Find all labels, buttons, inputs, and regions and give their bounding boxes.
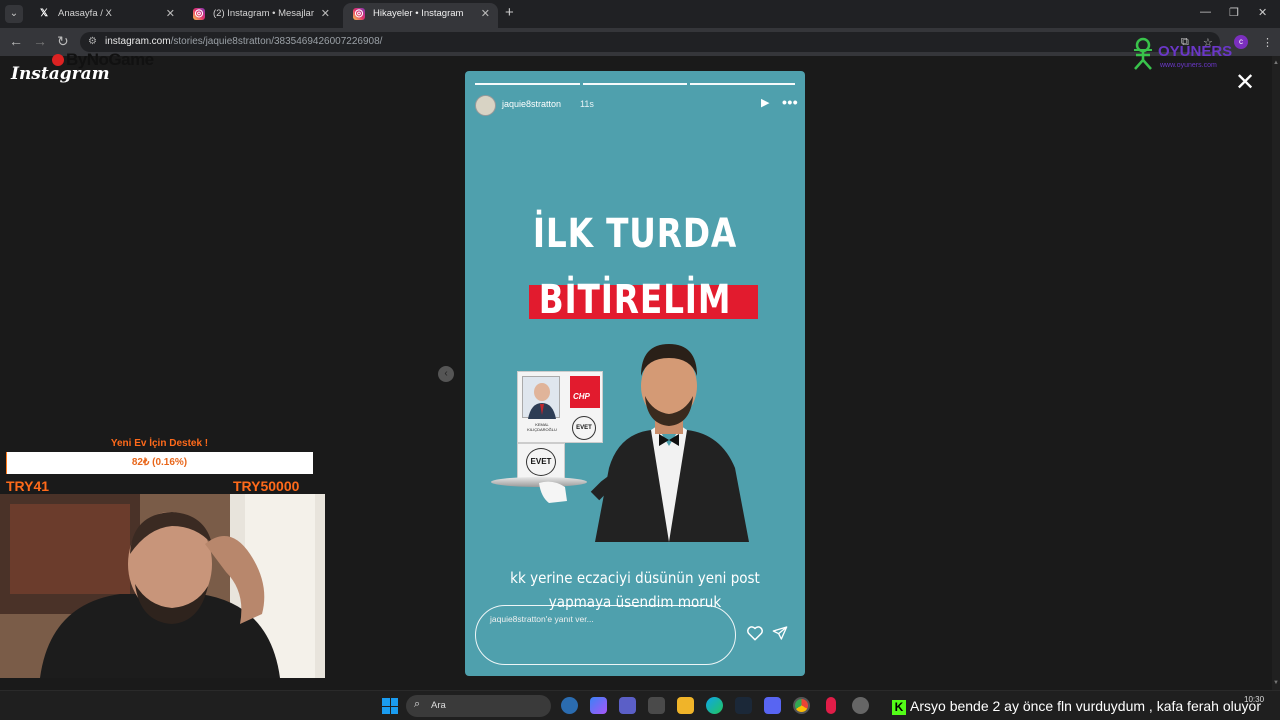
send-paper-plane-icon[interactable] <box>772 625 788 641</box>
donation-min-label: TRY41 <box>6 478 50 494</box>
ballot-paper: CHP KEMAL KILIÇDAROĞLU EVET <box>517 371 603 443</box>
candidate-photo <box>522 376 560 419</box>
reload-icon[interactable]: ↻ <box>57 34 69 48</box>
url-text[interactable]: instagram.com/stories/jaquie8stratton/38… <box>105 36 382 47</box>
url-bar[interactable]: ⚙ instagram.com/stories/jaquie8stratton/… <box>80 32 1220 52</box>
more-options-icon[interactable]: ••• <box>782 94 798 110</box>
chp-text: CHP <box>573 392 590 401</box>
window-close-icon[interactable]: ✕ <box>1258 6 1267 19</box>
donation-progress-text: 82₺ (0.16%) <box>131 457 188 468</box>
instagram-icon: ◎ <box>353 8 365 20</box>
discord-icon[interactable] <box>764 697 781 714</box>
close-story-icon[interactable]: ✕ <box>1235 71 1255 95</box>
windows-taskbar: ⌕ Ara K Arsyo bende 2 ay önce fln vurduyd… <box>0 690 1280 720</box>
candidate-name: KEMAL KILIÇDAROĞLU <box>527 422 557 432</box>
close-tab-icon[interactable]: ✕ <box>481 3 490 25</box>
new-tab-plus-icon[interactable]: + <box>505 5 514 21</box>
story-user-avatar[interactable] <box>475 95 496 116</box>
donation-goal-title: Yeni Ev İçin Destek ! <box>110 438 209 449</box>
copilot-icon[interactable] <box>590 697 607 714</box>
tab-strip: ⌄ 𝕏 Anasayfa / X ✕ ◎ (2) Instagram • Mes… <box>0 0 1280 28</box>
story-card[interactable]: jaquie8stratton 11s ▶ ••• İLK TURDA BİTİ… <box>465 71 805 676</box>
ticker-message: bende 2 ay önce fln vurduydum , kafa fer… <box>949 698 1261 714</box>
evet-stamp-large: EVET <box>526 448 556 476</box>
menu-dots-icon[interactable]: ⋮ <box>1262 36 1273 49</box>
taskbar-search[interactable]: ⌕ Ara <box>406 695 551 717</box>
like-heart-icon[interactable] <box>746 624 764 642</box>
tab-label: (2) Instagram • Mesajlar <box>213 8 314 19</box>
steam-icon[interactable] <box>735 697 752 714</box>
site-settings-icon[interactable]: ⚙ <box>88 36 100 48</box>
x-logo-icon: 𝕏 <box>39 8 49 19</box>
oyuners-watermark: OYUNERS www.oyuners.com <box>1130 36 1250 72</box>
caption-line1: kk yerine eczaciyi düsünün yeni post <box>510 569 760 587</box>
donation-max-label: TRY50000 <box>233 478 300 494</box>
bynogame-logo-icon <box>52 54 64 66</box>
evet-stamp-small: EVET <box>572 416 596 440</box>
story-timestamp: 11s <box>580 99 594 109</box>
tab-x-home[interactable]: 𝕏 Anasayfa / X ✕ <box>28 3 183 28</box>
tab-label: Anasayfa / X <box>58 8 112 19</box>
tab-label: Hikayeler • Instagram <box>373 8 464 19</box>
microphone-icon[interactable] <box>826 697 836 714</box>
webcam-feed <box>0 494 325 678</box>
obs-icon[interactable] <box>852 697 869 714</box>
donation-progress-bar: 82₺ (0.16%) <box>6 452 313 474</box>
task-view-icon[interactable] <box>561 697 578 714</box>
story-headline-line2: BİTİRELİM <box>538 277 732 323</box>
system-clock[interactable]: 10:30 <box>1244 695 1264 704</box>
forward-arrow-icon[interactable]: → <box>33 34 47 48</box>
page-scrollbar[interactable]: ▲ ▼ <box>1272 56 1280 690</box>
search-icon: ⌕ <box>414 698 421 710</box>
url-path: /stories/jaquie8stratton/383546942600722… <box>170 36 383 47</box>
story-username[interactable]: jaquie8stratton <box>502 99 561 109</box>
chrome-icon[interactable] <box>793 697 810 714</box>
kick-logo-icon: K <box>892 700 906 715</box>
restore-icon[interactable]: ❐ <box>1229 6 1239 19</box>
previous-story-chevron-icon[interactable]: ‹ <box>438 366 454 382</box>
story-reply-input[interactable]: jaquie8stratton'e yanıt ver... <box>475 605 736 665</box>
ballot-envelope: EVET <box>517 443 565 479</box>
minimize-icon[interactable]: — <box>1200 6 1211 18</box>
white-glove-hand <box>539 481 567 503</box>
chat-ticker: K Arsyo bende 2 ay önce fln vurduydum , k… <box>892 698 1261 715</box>
teams-icon[interactable] <box>619 697 636 714</box>
story-header: jaquie8stratton 11s ▶ ••• <box>475 93 798 117</box>
tab-instagram-messages[interactable]: ◎ (2) Instagram • Mesajlar ✕ <box>183 3 338 28</box>
address-toolbar: ← → ↻ ⚙ instagram.com/stories/jaquie8str… <box>0 28 1280 56</box>
file-explorer-icon[interactable] <box>677 697 694 714</box>
reply-placeholder: jaquie8stratton'e yanıt ver... <box>490 614 594 624</box>
oyuners-mascot-icon <box>1134 37 1152 70</box>
back-arrow-icon[interactable]: ← <box>9 34 23 48</box>
bynogame-text: ByNoGame <box>66 50 154 69</box>
play-icon[interactable]: ▶ <box>761 96 769 109</box>
instagram-icon: ◎ <box>193 8 205 20</box>
close-tab-icon[interactable]: ✕ <box>321 3 330 25</box>
bynogame-watermark: ByNoGame <box>52 50 154 70</box>
waiter-illustration <box>590 344 749 542</box>
story-headline-line1: İLK TURDA <box>532 211 738 257</box>
streamer-webcam-image <box>0 494 325 678</box>
tab-instagram-stories[interactable]: ◎ Hikayeler • Instagram ✕ <box>343 3 498 28</box>
url-host: instagram.com <box>105 36 171 47</box>
store-icon[interactable] <box>648 697 665 714</box>
windows-start-icon[interactable] <box>382 698 398 714</box>
tab-search-chevron-icon[interactable]: ⌄ <box>5 5 23 23</box>
oyuners-text: OYUNERS <box>1158 43 1233 60</box>
oyuners-url: www.oyuners.com <box>1160 62 1217 69</box>
ticker-user: Arsyo <box>910 698 946 714</box>
close-tab-icon[interactable]: ✕ <box>166 3 175 25</box>
edge-icon[interactable] <box>706 697 723 714</box>
story-progress-bar <box>475 83 796 85</box>
search-label: Ara <box>431 700 446 711</box>
